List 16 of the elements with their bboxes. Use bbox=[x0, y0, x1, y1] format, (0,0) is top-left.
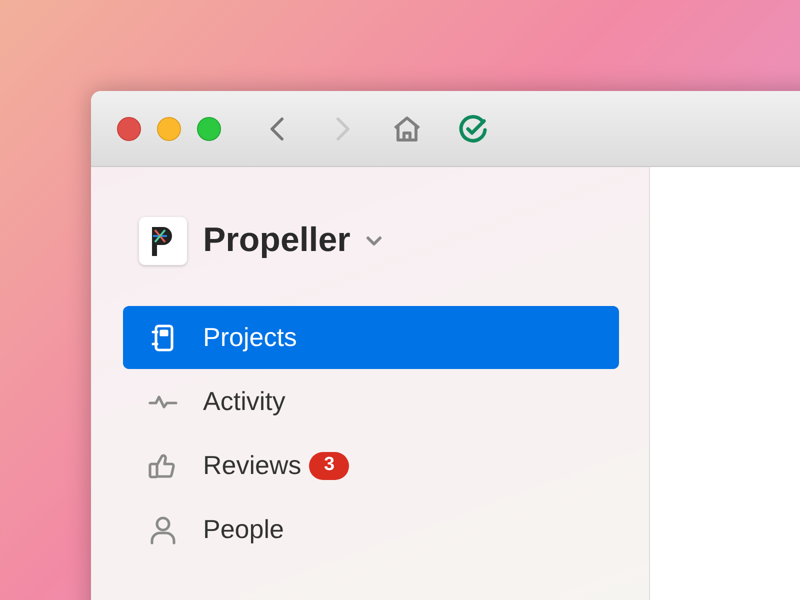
logo-icon bbox=[139, 216, 187, 264]
count-badge: 3 bbox=[309, 452, 350, 480]
workspace-switcher[interactable]: Propeller bbox=[139, 215, 382, 266]
nav-item[interactable]: Reviews 3 bbox=[123, 434, 619, 497]
nav-item[interactable]: People bbox=[123, 498, 619, 561]
nav-item[interactable]: Activity bbox=[123, 370, 619, 433]
chevron-down-icon bbox=[366, 236, 382, 246]
nav-item[interactable]: Projects bbox=[123, 306, 619, 369]
chevron-right-icon bbox=[336, 116, 350, 140]
workspace-name: Propeller bbox=[203, 220, 350, 261]
home-icon bbox=[392, 114, 422, 142]
minimize-button[interactable] bbox=[157, 116, 181, 140]
check-circle-icon bbox=[458, 114, 488, 144]
chevron-left-icon bbox=[270, 116, 284, 140]
close-button[interactable] bbox=[117, 116, 141, 140]
maximize-button[interactable] bbox=[197, 116, 221, 140]
